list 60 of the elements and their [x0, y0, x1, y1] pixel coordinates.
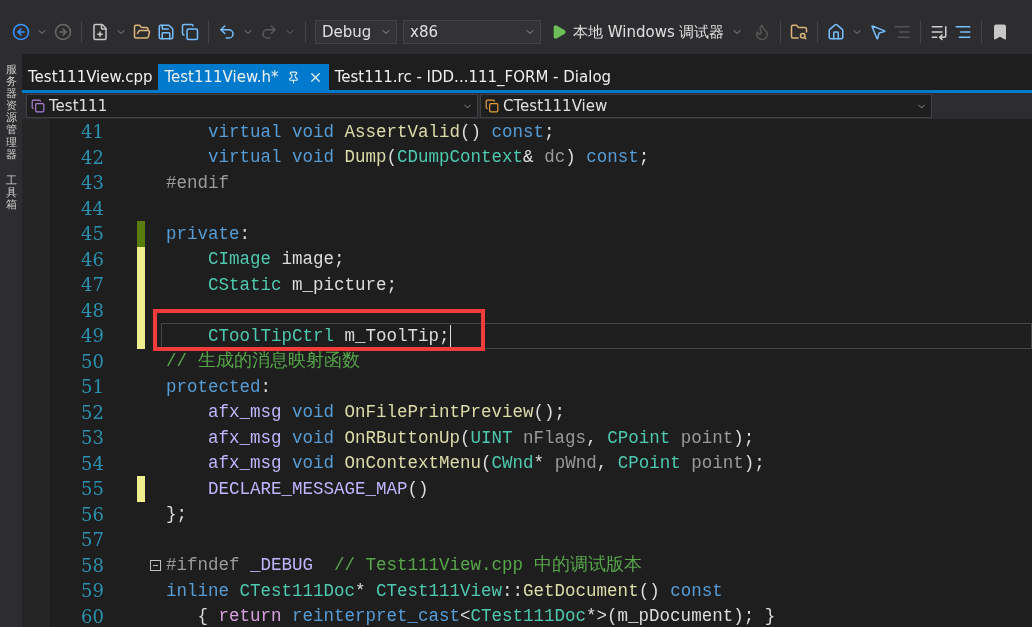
- code-line: CToolTipCtrl m_ToolTip;: [166, 324, 451, 347]
- collapse-toggle[interactable]: [150, 559, 161, 571]
- code-line: // 生成的消息映射函数: [166, 350, 360, 373]
- play-icon[interactable]: [551, 24, 567, 40]
- line-number: 52: [80, 401, 104, 423]
- line-number: 53: [80, 427, 104, 449]
- pin-icon[interactable]: [286, 70, 300, 84]
- line-number: 59: [80, 580, 104, 602]
- scope-dropdown[interactable]: CTest111View: [480, 94, 932, 118]
- pointer-icon[interactable]: [868, 23, 887, 41]
- back-icon[interactable]: [12, 23, 30, 41]
- line-number: 46: [80, 248, 104, 270]
- undo-icon[interactable]: [218, 23, 236, 41]
- code-line: DECLARE_MESSAGE_MAP(): [207, 477, 429, 500]
- line-number: 54: [80, 452, 104, 474]
- line-number: 60: [80, 605, 104, 627]
- line-number: 47: [80, 274, 104, 296]
- code-line: virtual void AssertValid() const;: [207, 120, 555, 143]
- folder-search-icon[interactable]: [789, 23, 808, 41]
- code-line: CStatic m_picture;: [207, 273, 398, 296]
- redo-icon[interactable]: [260, 23, 278, 41]
- code-line: };: [166, 503, 187, 526]
- code-line: afx_msg void OnContextMenu(CWnd* pWnd, CPoint point);: [207, 452, 765, 475]
- configuration-dropdown[interactable]: Debug: [315, 20, 397, 44]
- line-number: 42: [80, 146, 104, 168]
- line-number: 55: [80, 478, 104, 500]
- line-number: 58: [80, 554, 104, 576]
- project-dropdown[interactable]: Test111: [26, 94, 478, 118]
- code-line: virtual void Dump(CDumpContext& dc) const;: [207, 146, 650, 169]
- code-line: protected:: [166, 375, 272, 398]
- line-number: 48: [80, 299, 104, 321]
- folder-icon[interactable]: [133, 23, 151, 41]
- code-line: #ifndef _DEBUG // Test111View.cpp 中的调试版本: [166, 554, 642, 577]
- code-line: afx_msg void OnRButtonUp(UINT nFlags, CPoint point);: [207, 426, 755, 449]
- file-tab[interactable]: Test111View.cpp: [22, 64, 159, 90]
- code-line: afx_msg void OnFilePrintPreview();: [207, 401, 566, 424]
- code-line: inline CTest111Doc* CTest111View::GetDocument() const: [166, 579, 723, 602]
- new-file-icon[interactable]: [91, 23, 109, 41]
- line-number: 45: [80, 223, 104, 245]
- line-number: 41: [80, 121, 104, 143]
- file-tab[interactable]: Test111View.h*: [158, 64, 329, 90]
- line-number: 51: [80, 376, 104, 398]
- line-number: 50: [80, 350, 104, 372]
- code-line: private:: [166, 222, 251, 245]
- line-number: 56: [80, 503, 104, 525]
- line-number: 43: [80, 172, 104, 194]
- line-number: 49: [80, 325, 104, 347]
- forward-icon[interactable]: [54, 23, 72, 41]
- run-button[interactable]: 本地 Windows 调试器: [547, 22, 747, 42]
- code-line: #endif: [166, 171, 229, 194]
- line-number: 57: [80, 529, 104, 551]
- home-window-icon[interactable]: [826, 23, 845, 41]
- platform-dropdown[interactable]: x86: [403, 20, 541, 44]
- code-line: { return reinterpret_cast<CTest111Doc*>(m_pDocument); }: [196, 605, 776, 627]
- code-line: CImage image;: [207, 248, 345, 271]
- line-number: 44: [80, 197, 104, 219]
- side-panel-tab[interactable]: 工具箱: [5, 174, 17, 212]
- save-icon[interactable]: [157, 23, 175, 41]
- side-panel-tab[interactable]: 服务器资源管理器: [5, 64, 17, 161]
- file-tab[interactable]: Test111.rc - IDD...111_FORM - Dialog: [328, 64, 618, 90]
